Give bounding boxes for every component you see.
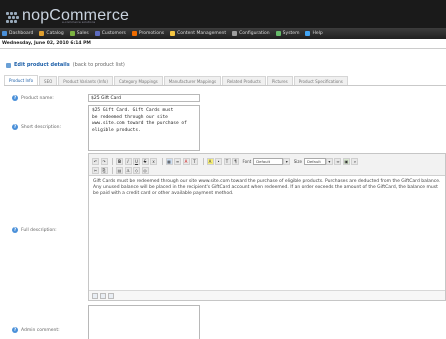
html-mode-icon[interactable] (100, 292, 106, 299)
menu-item-promotions[interactable]: Promotions (131, 31, 164, 36)
link-icon[interactable]: ∞ (334, 157, 342, 165)
font-label: Font (242, 158, 252, 164)
editor-footer (89, 290, 445, 300)
tab-product-info[interactable]: Product Info (4, 75, 39, 85)
anchor-icon[interactable]: ⚓ (124, 166, 132, 174)
system-icon (275, 31, 281, 36)
help-icon (305, 31, 311, 36)
menu-item-help[interactable]: Help (305, 31, 323, 36)
toolbar-separator (161, 157, 163, 165)
source-icon[interactable]: ◇ (133, 166, 140, 174)
menu-item-configuration[interactable]: Configuration (232, 31, 270, 36)
insert-table-icon[interactable]: ▦ (165, 157, 173, 165)
menu-item-catalog[interactable]: Catalog (39, 31, 64, 36)
logo-mark-icon (6, 10, 20, 24)
menu-item-system[interactable]: System (275, 31, 299, 36)
size-select[interactable]: Default (303, 157, 326, 165)
back-to-list-link[interactable]: (back to product list) (73, 62, 125, 68)
short-description-row: ? Short description: (12, 124, 61, 130)
rich-text-editor: ↶ ↷ B I U S x ▦ ≡ A T A • T ¶ Font Defau… (88, 153, 446, 301)
date-line: Wednesday, June 02, 2010 6:14 PM (2, 41, 91, 46)
underline-icon[interactable]: U (133, 157, 140, 165)
align-icon[interactable]: ≡ (174, 157, 181, 165)
tab-product-variants[interactable]: Product Variants (Info) (58, 76, 113, 85)
menu-item-sales[interactable]: Sales (69, 31, 89, 36)
product-icon (6, 62, 11, 68)
tab-strip: Product Info SEO Product Variants (Info)… (4, 75, 446, 86)
help-tooltip-icon[interactable]: ? (12, 227, 18, 233)
strikethrough-icon[interactable]: S (141, 157, 149, 165)
chevron-down-icon[interactable]: ▾ (325, 157, 333, 165)
text-style-icon[interactable]: T (191, 157, 198, 165)
tab-pictures[interactable]: Pictures (266, 76, 293, 85)
design-mode-icon[interactable] (92, 292, 98, 299)
font-color-icon[interactable]: A (182, 157, 190, 165)
product-name-row: ? Product name: (12, 95, 54, 101)
sales-icon (69, 31, 75, 36)
full-description-editor[interactable]: Gift Cards must be redeemed through our … (89, 176, 445, 286)
menu-item-customers[interactable]: Customers (94, 31, 126, 36)
admin-comment-row: ? Admin comment: (12, 327, 60, 333)
catalog-icon (39, 31, 45, 36)
tab-seo[interactable]: SEO (39, 76, 58, 85)
header: nopCommerce e-commerce solutions (0, 0, 446, 28)
product-name-input[interactable]: $25 Gift Card (88, 94, 200, 102)
short-description-label: Short description: (21, 124, 62, 130)
full-description-label: Full description: (21, 227, 57, 233)
full-description-row: ? Full description: (12, 227, 57, 233)
page-title-text: Edit product details (14, 62, 70, 68)
editor-toolbar: ↶ ↷ B I U S x ▦ ≡ A T A • T ¶ Font Defau… (89, 154, 445, 176)
admin-comment-label: Admin comment: (21, 327, 60, 333)
bullet-list-icon[interactable]: • (215, 157, 222, 165)
page-title: Edit product details (back to product li… (6, 62, 125, 68)
menu-item-content[interactable]: Content Management (170, 31, 226, 36)
promotions-icon (131, 31, 137, 36)
customers-icon (94, 31, 100, 36)
preview-mode-icon[interactable] (108, 292, 114, 299)
logo-subtitle: e-commerce solutions (62, 20, 96, 24)
help-tooltip-icon[interactable]: ? (12, 327, 18, 333)
toolbar-separator (202, 157, 204, 165)
short-description-textarea[interactable]: $25 Gift Card. Gift Cards must be redeem… (88, 105, 200, 151)
tab-related-products[interactable]: Related Products (222, 76, 266, 85)
toolbar-separator (112, 157, 113, 165)
bold-icon[interactable]: B (116, 157, 123, 165)
configuration-icon (232, 31, 238, 36)
copy-icon[interactable]: ⎘ (100, 166, 108, 174)
undo-icon[interactable]: ↶ (92, 157, 99, 165)
redo-icon[interactable]: ↷ (100, 157, 108, 165)
cut-icon[interactable]: ✂ (92, 166, 99, 174)
home-icon (2, 31, 7, 36)
subscript-icon[interactable]: x (150, 157, 157, 165)
format-icon[interactable]: ¶ (232, 157, 239, 165)
tab-product-specifications[interactable]: Product Specifications (293, 76, 348, 85)
main-menu: Dashboard Catalog Sales Customers Promot… (0, 28, 446, 39)
paste-icon[interactable]: ▤ (116, 166, 123, 174)
preview-icon[interactable]: ◎ (141, 166, 149, 174)
font-select[interactable]: Default (253, 157, 284, 165)
help-tooltip-icon[interactable]: ? (12, 95, 18, 101)
size-label: Size (293, 158, 302, 164)
clear-format-icon[interactable]: T (223, 157, 231, 165)
tab-category-mappings[interactable]: Category Mappings (113, 76, 163, 85)
tab-manufacturer-mappings[interactable]: Manufacturer Mappings (163, 76, 222, 85)
divider (0, 48, 446, 49)
italic-icon[interactable]: I (124, 157, 132, 165)
image-icon[interactable]: ▣ (342, 157, 350, 165)
chevron-down-icon[interactable]: ▾ (283, 157, 291, 165)
product-name-label: Product name: (21, 95, 54, 101)
content-icon (170, 31, 176, 36)
toolbar-separator (112, 166, 113, 174)
help-tooltip-icon[interactable]: ? (12, 124, 18, 130)
admin-comment-textarea[interactable] (88, 305, 200, 339)
search-icon[interactable]: ⌕ (351, 157, 359, 165)
highlight-color-icon[interactable]: A (206, 157, 214, 165)
menu-item-dashboard[interactable]: Dashboard (2, 31, 33, 36)
